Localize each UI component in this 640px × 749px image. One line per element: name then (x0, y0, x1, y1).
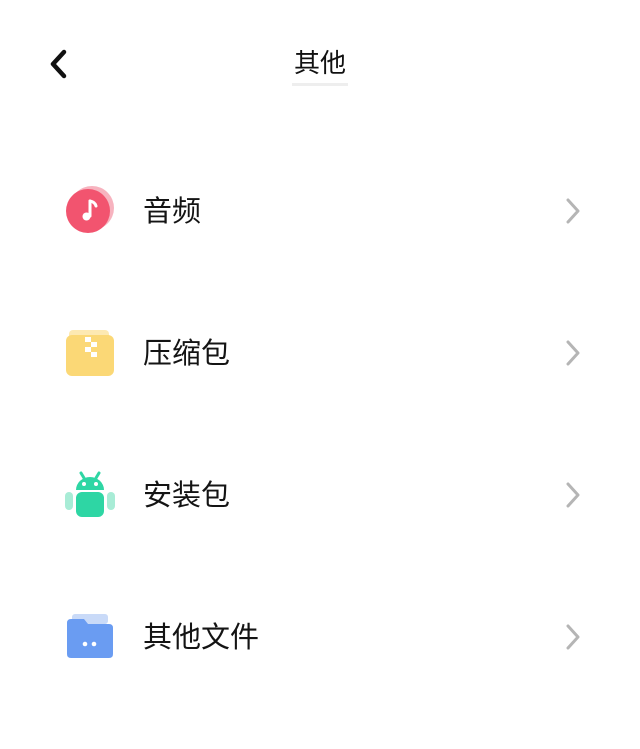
list-item-label: 安装包 (143, 478, 231, 512)
chevron-right-icon (560, 191, 586, 231)
list-item-label: 其他文件 (143, 620, 260, 654)
page-title: 其他 (0, 44, 640, 86)
category-list: 音频 压缩包 安装包 其他文件 (0, 140, 640, 708)
list-item-audio[interactable]: 音频 (0, 140, 640, 282)
list-item-installer[interactable]: 安装包 (0, 424, 640, 566)
folder-icon (62, 609, 118, 665)
chevron-right-icon (560, 333, 586, 373)
list-item-archive[interactable]: 压缩包 (0, 282, 640, 424)
android-icon (62, 467, 118, 523)
list-item-other-files[interactable]: 其他文件 (0, 566, 640, 708)
chevron-right-icon (560, 475, 586, 515)
list-item-label: 音频 (143, 194, 202, 228)
zip-folder-icon (62, 325, 118, 381)
header: 其他 (0, 0, 640, 130)
chevron-right-icon (560, 617, 586, 657)
music-note-icon (62, 183, 118, 239)
list-item-label: 压缩包 (143, 336, 231, 370)
